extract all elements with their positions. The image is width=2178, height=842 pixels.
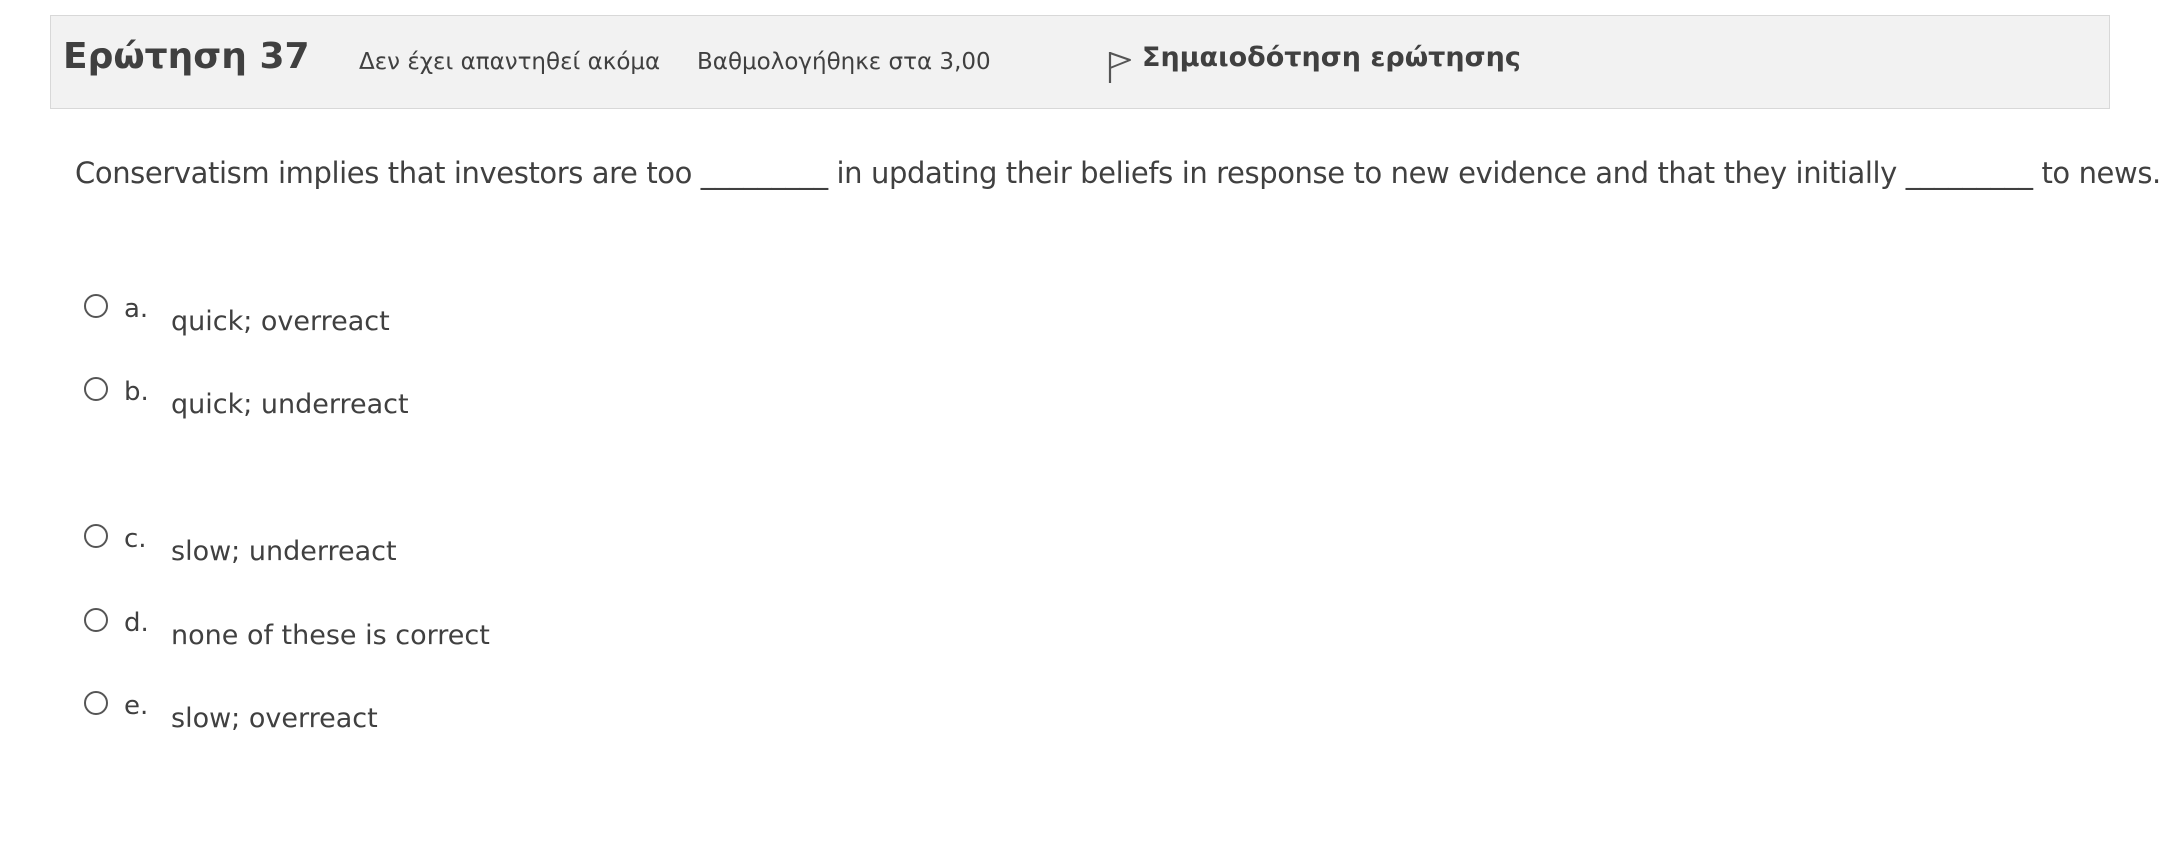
- option-letter: e.: [124, 691, 149, 721]
- quiz-page: Ερώτηση 37 Δεν έχει απαντηθεί ακόμα Βαθμ…: [0, 0, 2178, 842]
- flag-question-button[interactable]: Σημαιοδότηση ερώτησης: [1106, 42, 1521, 84]
- option-text: slow; overreact: [171, 703, 378, 734]
- option-text: none of these is correct: [171, 620, 490, 651]
- option-letter: b.: [124, 377, 149, 407]
- question-text: Conservatism implies that investors are …: [75, 156, 2161, 190]
- option-letter: d.: [124, 608, 149, 638]
- radio-button[interactable]: [84, 691, 108, 715]
- radio-button[interactable]: [84, 377, 108, 401]
- option-text: quick; underreact: [171, 389, 409, 420]
- question-state: Δεν έχει απαντηθεί ακόμα: [359, 49, 661, 75]
- radio-button[interactable]: [84, 608, 108, 632]
- flag-question-label: Σημαιοδότηση ερώτησης: [1142, 42, 1521, 73]
- question-grade: Βαθμολογήθηκε στα 3,00: [697, 49, 991, 75]
- radio-button[interactable]: [84, 524, 108, 548]
- radio-button[interactable]: [84, 294, 108, 318]
- option-letter: c.: [124, 524, 147, 554]
- flag-icon: [1108, 52, 1131, 83]
- question-info-bar: Ερώτηση 37 Δεν έχει απαντηθεί ακόμα Βαθμ…: [50, 15, 2110, 109]
- option-text: quick; overreact: [171, 306, 390, 337]
- option-letter: a.: [124, 294, 149, 324]
- option-text: slow; underreact: [171, 536, 397, 567]
- question-number: Ερώτηση 37: [63, 36, 310, 77]
